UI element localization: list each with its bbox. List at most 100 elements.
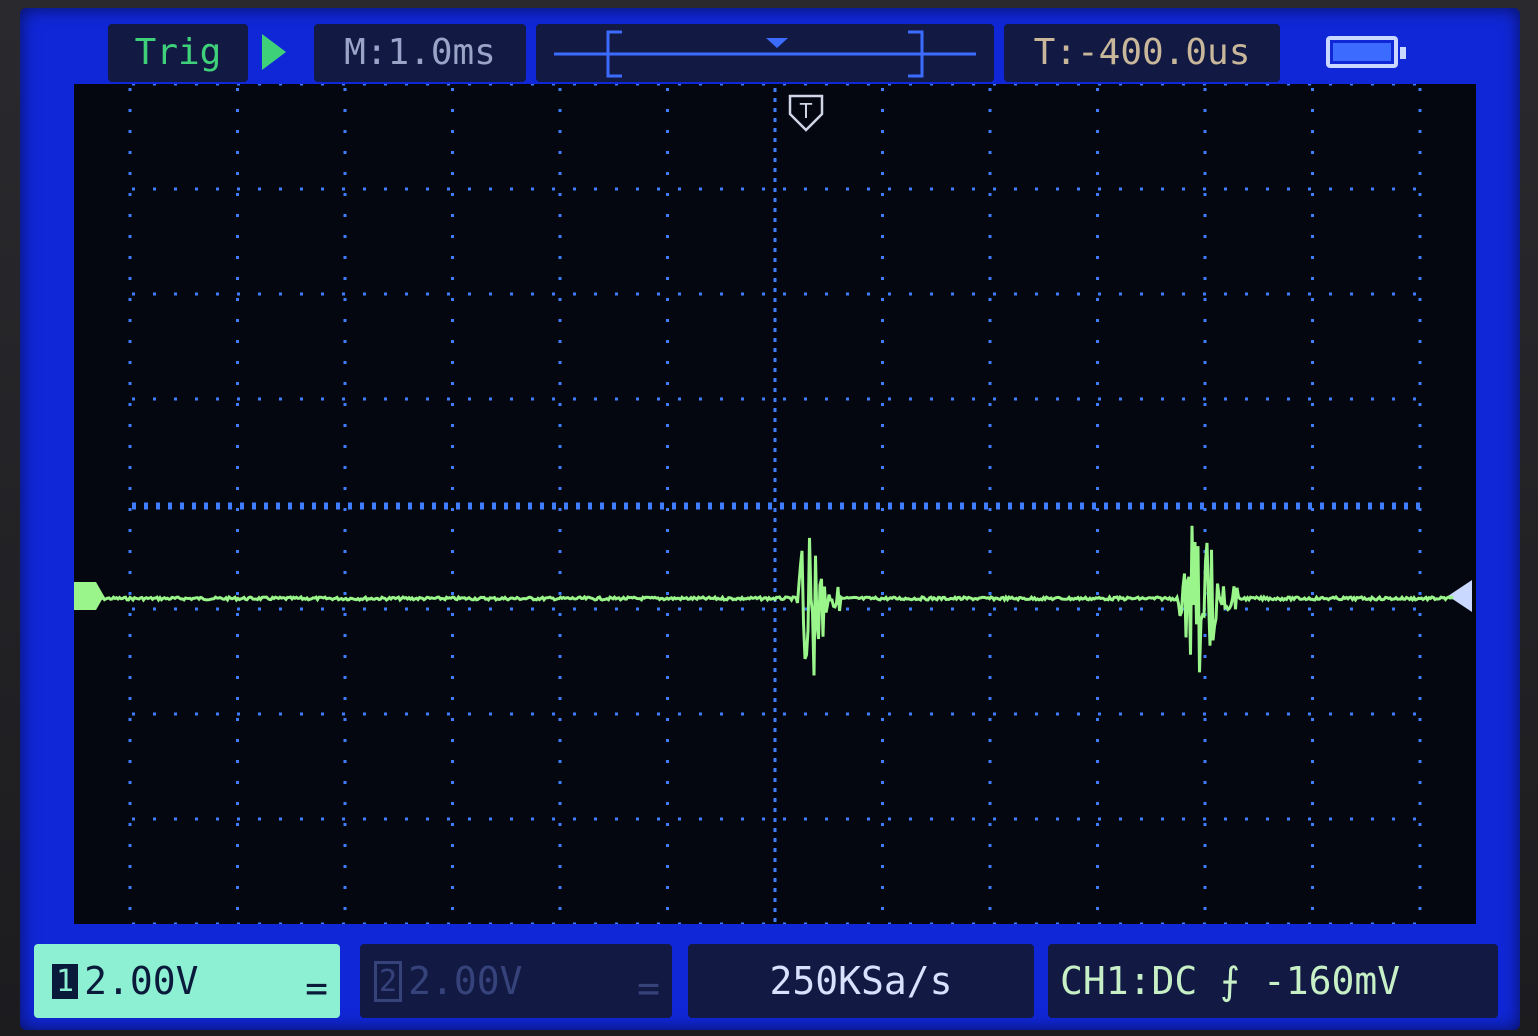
graticule-dot bbox=[558, 592, 562, 595]
graticule-dot bbox=[451, 403, 454, 406]
graticule-dot bbox=[1308, 817, 1311, 821]
graticule-dot bbox=[594, 187, 597, 191]
graticule-dot bbox=[558, 130, 562, 133]
graticule-dot bbox=[343, 193, 347, 196]
graticule-dot bbox=[1260, 502, 1264, 510]
graticule-dot bbox=[128, 130, 132, 133]
graticule-dot bbox=[666, 844, 669, 847]
graticule-dot bbox=[343, 676, 347, 679]
graticule-dot bbox=[1203, 214, 1207, 217]
graticule-dot bbox=[540, 502, 544, 510]
graticule-dot bbox=[258, 712, 261, 716]
graticule-dot bbox=[993, 712, 996, 716]
graticule-dot bbox=[666, 235, 669, 238]
graticule-dot bbox=[1182, 922, 1185, 924]
graticule-dot bbox=[405, 187, 408, 191]
graticule-dot bbox=[132, 84, 135, 86]
graticule-dot bbox=[666, 529, 669, 532]
graticule-dot bbox=[773, 878, 777, 882]
graticule-dot bbox=[1287, 817, 1290, 821]
channel-2-setting[interactable]: 2 2.00V = bbox=[360, 944, 672, 1018]
graticule-dot bbox=[720, 712, 723, 716]
graticule-dot bbox=[1308, 502, 1312, 510]
graticule-dot bbox=[128, 592, 132, 595]
graticule-dot bbox=[236, 214, 239, 217]
graticule-dot bbox=[573, 817, 576, 821]
graticule-dot bbox=[988, 508, 992, 511]
graticule-dot bbox=[468, 922, 471, 924]
graticule-dot bbox=[672, 502, 676, 510]
channel-1-coupling-icon: = bbox=[305, 966, 328, 1010]
graticule-dot bbox=[720, 607, 723, 611]
graticule bbox=[128, 84, 1422, 924]
graticule-dot bbox=[195, 712, 198, 716]
graticule-dot bbox=[1203, 403, 1207, 406]
graticule-dot bbox=[573, 607, 576, 611]
graticule-dot bbox=[552, 187, 555, 191]
graticule-dot bbox=[451, 130, 454, 133]
graticule-dot bbox=[1203, 298, 1207, 301]
graticule-dot bbox=[1203, 361, 1207, 364]
graticule-dot bbox=[128, 823, 132, 826]
graticule-dot bbox=[321, 712, 324, 716]
graticule-dot bbox=[988, 844, 992, 847]
graticule-dot bbox=[451, 802, 454, 805]
graticule-dot bbox=[988, 865, 992, 868]
graticule-dot bbox=[881, 634, 884, 637]
graticule-dot bbox=[216, 712, 219, 716]
graticule-dot bbox=[1077, 922, 1080, 924]
channel-1-setting[interactable]: 1 2.00V = bbox=[34, 944, 340, 1018]
graticule-dot bbox=[343, 865, 347, 868]
graticule-dot bbox=[1096, 592, 1099, 595]
graticule-dot bbox=[615, 84, 618, 86]
graticule-dot bbox=[236, 466, 239, 469]
graticule-dot bbox=[1311, 298, 1314, 301]
graticule-dot bbox=[343, 319, 347, 322]
graticule-dot bbox=[773, 348, 777, 352]
graticule-dot bbox=[236, 655, 239, 658]
graticule-dot bbox=[1224, 817, 1227, 821]
graticule-dot bbox=[321, 84, 324, 86]
graticule-dot bbox=[1311, 739, 1314, 742]
graticule-dot bbox=[1161, 922, 1164, 924]
graticule-dot bbox=[867, 292, 870, 296]
graticule-dot bbox=[988, 193, 992, 196]
graticule-dot bbox=[451, 466, 454, 469]
graticule-dot bbox=[216, 817, 219, 821]
graticule-dot bbox=[881, 172, 884, 175]
graticule-dot bbox=[451, 235, 454, 238]
graticule-dot bbox=[930, 397, 933, 401]
graticule-dot bbox=[951, 187, 954, 191]
graticule-dot bbox=[1020, 502, 1024, 510]
graticule-dot bbox=[636, 397, 639, 401]
graticule-dot bbox=[1200, 502, 1204, 510]
graticule-dot bbox=[881, 592, 884, 595]
graticule-dot bbox=[128, 697, 132, 700]
graticule-dot bbox=[867, 187, 870, 191]
graticule-dot bbox=[657, 292, 660, 296]
graticule-dot bbox=[1418, 823, 1422, 826]
graticule-dot bbox=[1418, 445, 1422, 448]
graticule-dot bbox=[279, 397, 282, 401]
graticule-dot bbox=[343, 613, 347, 616]
graticule-dot bbox=[773, 558, 777, 562]
graticule-dot bbox=[447, 292, 450, 296]
graticule-dot bbox=[279, 292, 282, 296]
graticule-dot bbox=[236, 361, 239, 364]
graticule-dot bbox=[236, 382, 239, 385]
graticule-dot bbox=[236, 865, 239, 868]
graticule-dot bbox=[1203, 886, 1207, 889]
graticule-dot bbox=[1203, 130, 1207, 133]
graticule-dot bbox=[988, 277, 992, 280]
graticule-dot bbox=[174, 84, 177, 86]
graticule-dot bbox=[666, 361, 669, 364]
graticule-dot bbox=[1392, 292, 1395, 296]
graticule-dot bbox=[825, 292, 828, 296]
graticule-dot bbox=[468, 817, 471, 821]
graticule-dot bbox=[1350, 292, 1353, 296]
graticule-dot bbox=[1311, 613, 1314, 616]
graticule-dot bbox=[558, 256, 562, 259]
graticule-dot bbox=[558, 676, 562, 679]
graticule-dot bbox=[128, 487, 132, 490]
graticule-dot bbox=[1056, 502, 1060, 510]
